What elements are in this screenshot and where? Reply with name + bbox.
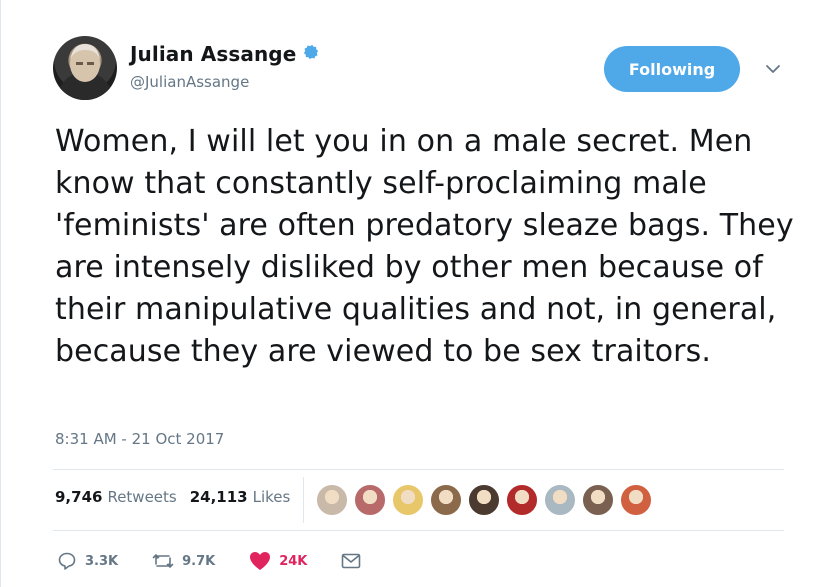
divider-bottom xyxy=(53,530,784,531)
envelope-icon xyxy=(342,553,361,569)
retweets-stat[interactable]: 9,746 Retweets xyxy=(55,488,177,506)
heart-icon xyxy=(250,552,271,570)
tweet-actions: 3.3K 9.7K 24K xyxy=(57,551,403,571)
liker-avatar-3[interactable] xyxy=(392,484,424,516)
reply-count: 3.3K xyxy=(85,553,119,569)
liker-avatar-7[interactable] xyxy=(544,484,576,516)
profile-avatar[interactable] xyxy=(53,36,117,100)
liker-avatar-6[interactable] xyxy=(506,484,538,516)
stats-separator xyxy=(303,477,304,523)
likes-stat[interactable]: 24,113 Likes xyxy=(190,488,291,506)
retweet-icon xyxy=(152,554,174,568)
verified-badge-icon xyxy=(303,44,319,60)
liker-avatar-5[interactable] xyxy=(468,484,500,516)
display-name[interactable]: Julian Assange xyxy=(130,42,296,66)
likes-count: 24,113 xyxy=(189,488,248,506)
like-count: 24K xyxy=(279,553,308,569)
liker-avatars xyxy=(316,484,658,516)
liker-avatar-4[interactable] xyxy=(430,484,462,516)
liker-avatar-1[interactable] xyxy=(316,484,348,516)
reply-icon xyxy=(58,552,76,570)
following-button[interactable]: Following xyxy=(604,46,740,92)
tweet-card: Julian Assange @JulianAssange Following … xyxy=(0,0,830,587)
user-handle[interactable]: @JulianAssange xyxy=(130,73,249,91)
liker-avatar-9[interactable] xyxy=(620,484,652,516)
likes-label: Likes xyxy=(252,488,291,506)
retweets-count: 9,746 xyxy=(55,488,103,506)
retweet-button[interactable]: 9.7K xyxy=(152,551,215,571)
direct-message-button[interactable] xyxy=(341,552,369,570)
engagement-stats: 9,746 Retweets 24,113 Likes xyxy=(55,488,303,506)
retweets-label: Retweets xyxy=(107,488,177,506)
like-button[interactable]: 24K xyxy=(249,551,307,571)
chevron-down-icon[interactable] xyxy=(764,60,782,78)
liker-avatar-8[interactable] xyxy=(582,484,614,516)
liker-avatar-2[interactable] xyxy=(354,484,386,516)
reply-button[interactable]: 3.3K xyxy=(57,551,118,571)
tweet-timestamp[interactable]: 8:31 AM - 21 Oct 2017 xyxy=(55,430,224,448)
retweet-count: 9.7K xyxy=(182,553,216,569)
divider-top xyxy=(53,469,784,470)
tweet-text: Women, I will let you in on a male secre… xyxy=(55,124,804,369)
